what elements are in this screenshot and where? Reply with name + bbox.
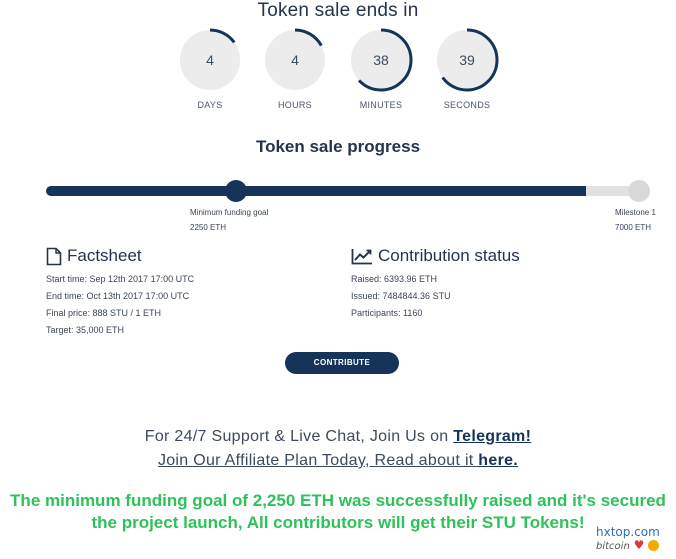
contribution-raised: Raised: 6393.96 ETH [351,274,438,284]
progress-bar-fill [46,186,586,196]
countdown-value: 39 [459,52,475,68]
goal-marker-label: Minimum funding goal 2250 ETH [190,206,268,235]
goal-marker-text: Minimum funding goal [190,208,269,217]
watermark-site: hxtop.com [596,525,660,539]
contribution-issued: Issued: 7484844.36 STU [351,291,451,301]
factsheet-final-price: Final price: 888 STU / 1 ETH [46,308,162,318]
milestone-marker-label: Milestone 1 7000 ETH [615,206,656,235]
funding-goal-announcement: The minimum funding goal of 2,250 ETH wa… [10,491,666,532]
factsheet-heading: Factsheet [46,246,142,266]
bitcoin-icon [648,540,660,551]
telegram-link[interactable]: Telegram! [453,428,531,445]
countdown-hours: 4 HOURS [260,28,330,110]
factsheet-target: Target: 35,000 ETH [46,325,125,335]
factsheet-title: Factsheet [67,246,142,265]
milestone-marker-text: Milestone 1 [615,208,656,217]
document-icon [46,247,62,265]
countdown-seconds: 39 SECONDS [432,28,502,110]
countdown-title: Token sale ends in [257,0,419,21]
watermark-logo: hxtop.com bitcoin ♥ [596,526,660,553]
countdown-label: DAYS [197,100,223,110]
milestone-marker-knob [628,180,650,202]
support-affiliate-line: Join Our Affiliate Plan Today, Read abou… [0,452,676,470]
support-affiliate-text: Join Our Affiliate Plan Today, Read abou… [157,452,479,469]
countdown-label: MINUTES [359,100,403,110]
progress-bar [46,186,646,196]
countdown-label: HOURS [277,100,312,110]
support-telegram-text: For 24/7 Support & Live Chat, Join Us on [144,428,454,445]
contribution-title: Contribution status [378,246,520,265]
contribution-participants: Participants: 1160 [351,308,423,318]
affiliate-here-link[interactable]: here. [478,452,518,469]
progress-title: Token sale progress [255,137,421,156]
factsheet-end-time: End time: Oct 13th 2017 17:00 UTC [46,291,190,301]
line-chart-icon [351,248,372,264]
countdown-value: 38 [373,52,389,68]
goal-marker-knob [225,180,247,202]
countdown-value: 4 [206,52,214,68]
countdown-days: 4 DAYS [175,28,245,110]
support-telegram-line: For 24/7 Support & Live Chat, Join Us on… [0,428,676,446]
factsheet-start-time: Start time: Sep 12th 2017 17:00 UTC [46,274,195,284]
goal-marker-value: 2250 ETH [190,223,227,232]
contribute-button[interactable]: CONTRIBUTE [285,352,399,374]
milestone-marker-value: 7000 ETH [615,223,652,232]
watermark-sub: bitcoin [596,541,630,552]
contribution-heading: Contribution status [351,246,520,266]
heart-icon: ♥ [633,538,645,552]
countdown-minutes: 38 MINUTES [346,28,416,110]
countdown-label: SECONDS [443,100,491,110]
countdown-value: 4 [291,52,299,68]
